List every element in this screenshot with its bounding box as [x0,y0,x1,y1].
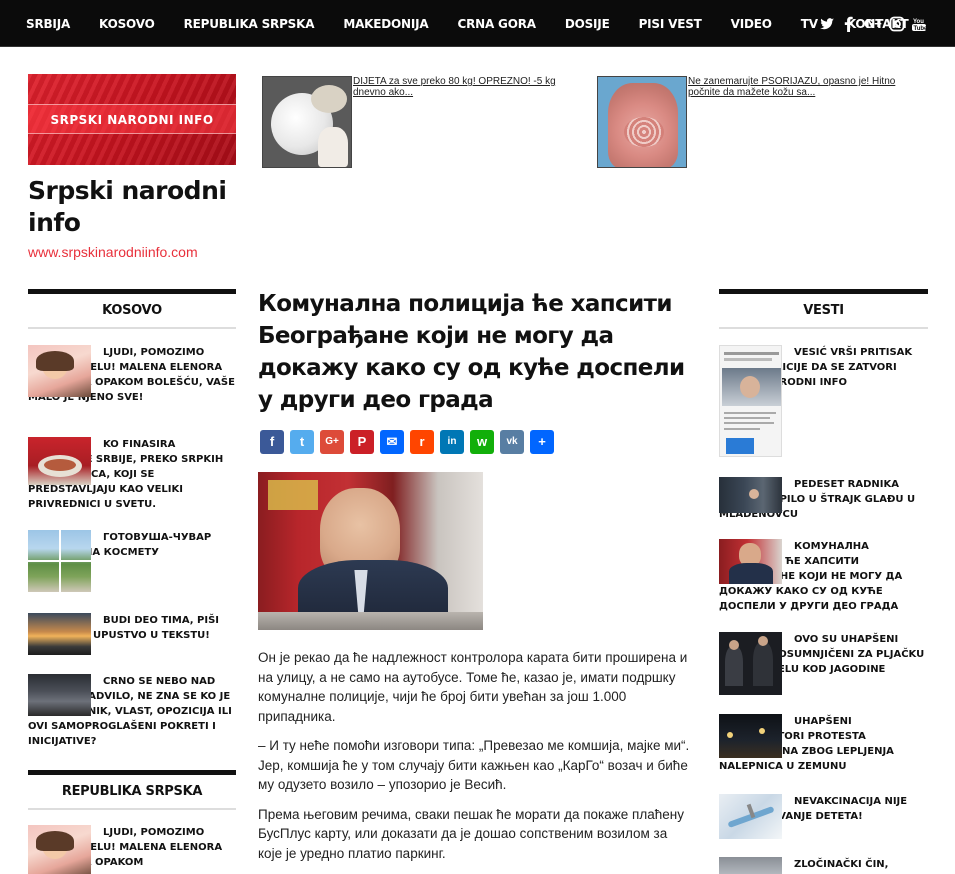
list-item[interactable]: LJUDI, POMOZIMO OVOM ANĐELU! MALENA ELEN… [28,825,236,874]
twitter-icon[interactable]: t [290,430,314,454]
list-item[interactable]: CRNO SE NEBO NAD SRBIJOM NADVILO, NE ZNA… [28,674,236,749]
youtube-icon[interactable]: You Tube [911,16,928,32]
google-plus-icon[interactable]: G+ [320,430,344,454]
nav-item-video[interactable]: VIDEO [731,17,772,31]
pinterest-icon[interactable]: P [350,430,374,454]
svg-text:Tube: Tube [914,26,928,32]
list-item[interactable]: ГОТОВУША-ЧУВАР СРПСТВА НА КОСМЕТУ [28,530,236,592]
article-paragraph: Он је рекао да ће надлежност контролора … [258,650,688,724]
main-menu: SRBIJA KOSOVO REPUBLIKA SRPSKA MAKEDONIJ… [26,0,937,47]
facebook-icon[interactable] [841,16,857,32]
top-navigation: SRBIJA KOSOVO REPUBLIKA SRPSKA MAKEDONIJ… [0,0,955,47]
article-body: Он је рекао да ће надлежност контролора … [258,648,694,873]
vk-icon[interactable]: vk [500,430,524,454]
site-title[interactable]: Srpski narodni info [28,175,243,239]
list-item[interactable]: NEVAKCINACIJA NIJE ZANEMARIVANJE DETETA! [719,794,928,839]
post-thumbnail[interactable] [28,345,91,397]
reddit-icon[interactable]: r [410,430,434,454]
nav-item-crna-gora[interactable]: CRNA GORA [457,17,536,31]
post-thumbnail[interactable] [28,530,91,592]
share-buttons: f t G+ P ✉ r in w vk + [260,430,554,454]
twitter-icon[interactable] [819,16,835,32]
nav-item-kosovo[interactable]: KOSOVO [99,17,155,31]
article-paragraph: Према његовим речима, сваки пешак ће мор… [258,806,684,861]
list-item[interactable]: OVO SU UHAPŠENI POLICAJCI OSUMNJIČENI ZA… [719,632,928,695]
email-icon[interactable]: ✉ [380,430,404,454]
list-item[interactable]: PEDESET RADNIKA LASTE STUPILO U ŠTRAJK G… [719,477,928,522]
post-thumbnail[interactable] [28,613,91,655]
linkedin-icon[interactable]: in [440,430,464,454]
post-thumbnail[interactable] [719,714,782,758]
logo-banner: SRPSKI NARODNI INFO [28,104,236,134]
widget-heading-kosovo: KOSOVO [28,289,236,329]
ad-diet-image[interactable] [262,76,352,168]
whatsapp-icon[interactable]: w [470,430,494,454]
ad-diet[interactable]: DIJETA za sve preko 80 kg! OPREZNO! -5 k… [262,76,583,168]
list-item[interactable]: BUDI DEO TIMA, PIŠI VEST SAM! UPUSTVO U … [28,613,236,655]
post-thumbnail[interactable] [719,477,782,513]
site-url[interactable]: www.srpskinarodniinfo.com [28,244,198,260]
nav-item-dosije[interactable]: DOSIJE [565,17,610,31]
list-item[interactable]: KO FINASIRA RAZBIJANJE SRBIJE, PREKO SRP… [28,437,236,512]
nav-item-republika-srpska[interactable]: REPUBLIKA SRPSKA [184,17,315,31]
article-paragraph: – И ту неће помоћи изговори типа: „Преве… [258,738,690,792]
site-logo[interactable]: SRPSKI NARODNI INFO [28,74,236,165]
ad-psoriasis-text[interactable]: Ne zanemarujte PSORIJAZU, opasno je! Hit… [688,76,918,168]
post-thumbnail[interactable] [28,437,91,485]
facebook-icon[interactable]: f [260,430,284,454]
google-plus-icon[interactable]: G+ [863,16,883,32]
widget-heading-vesti: VESTI [719,289,928,329]
ad-diet-text[interactable]: DIJETA za sve preko 80 kg! OPREZNO! -5 k… [353,76,583,168]
nav-item-makedonija[interactable]: MAKEDONIJA [343,17,428,31]
post-thumbnail[interactable] [719,794,782,839]
nav-item-srbija[interactable]: SRBIJA [26,17,70,31]
list-item[interactable]: LJUDI, POMOZIMO OVOM ANĐELU! MALENA ELEN… [28,345,236,405]
post-thumbnail[interactable] [719,539,782,584]
list-item[interactable]: ZLOČINAČKI ČIN, OPŠTINA [719,857,928,874]
social-links: G+ You Tube [819,0,928,47]
nav-item-tv[interactable]: TV [801,17,818,31]
ad-psoriasis[interactable]: Ne zanemarujte PSORIJAZU, opasno je! Hit… [597,76,918,168]
list-item[interactable]: UHAPŠENI ORGANIZATORI PROTESTA 1OD5MILIO… [719,714,928,774]
ad-psoriasis-image[interactable] [597,76,687,168]
post-thumbnail[interactable] [719,857,782,874]
post-thumbnail[interactable] [28,674,91,716]
logo-banner-text: SRPSKI NARODNI INFO [50,113,214,127]
post-thumbnail[interactable] [719,632,782,695]
nav-item-pisi-vest[interactable]: PISI VEST [639,17,702,31]
article-title: Комунална полиција ће хапсити Београђане… [258,291,685,413]
list-item[interactable]: VESIĆ VRŠI PRITISAK PREKO POLICIJE DA SE… [719,345,928,457]
widget-heading-republika-srpska: REPUBLIKA SRPSKA [28,770,236,810]
post-thumbnail[interactable] [28,825,91,874]
share-icon[interactable]: + [530,430,554,454]
list-item[interactable]: КОМУНАЛНА ПОЛИЦИЈА ЋЕ ХАПСИТИ БЕОГРАЂАНЕ… [719,539,928,614]
instagram-icon[interactable] [889,16,905,32]
post-thumbnail[interactable] [719,345,782,457]
article-photo [258,472,483,630]
